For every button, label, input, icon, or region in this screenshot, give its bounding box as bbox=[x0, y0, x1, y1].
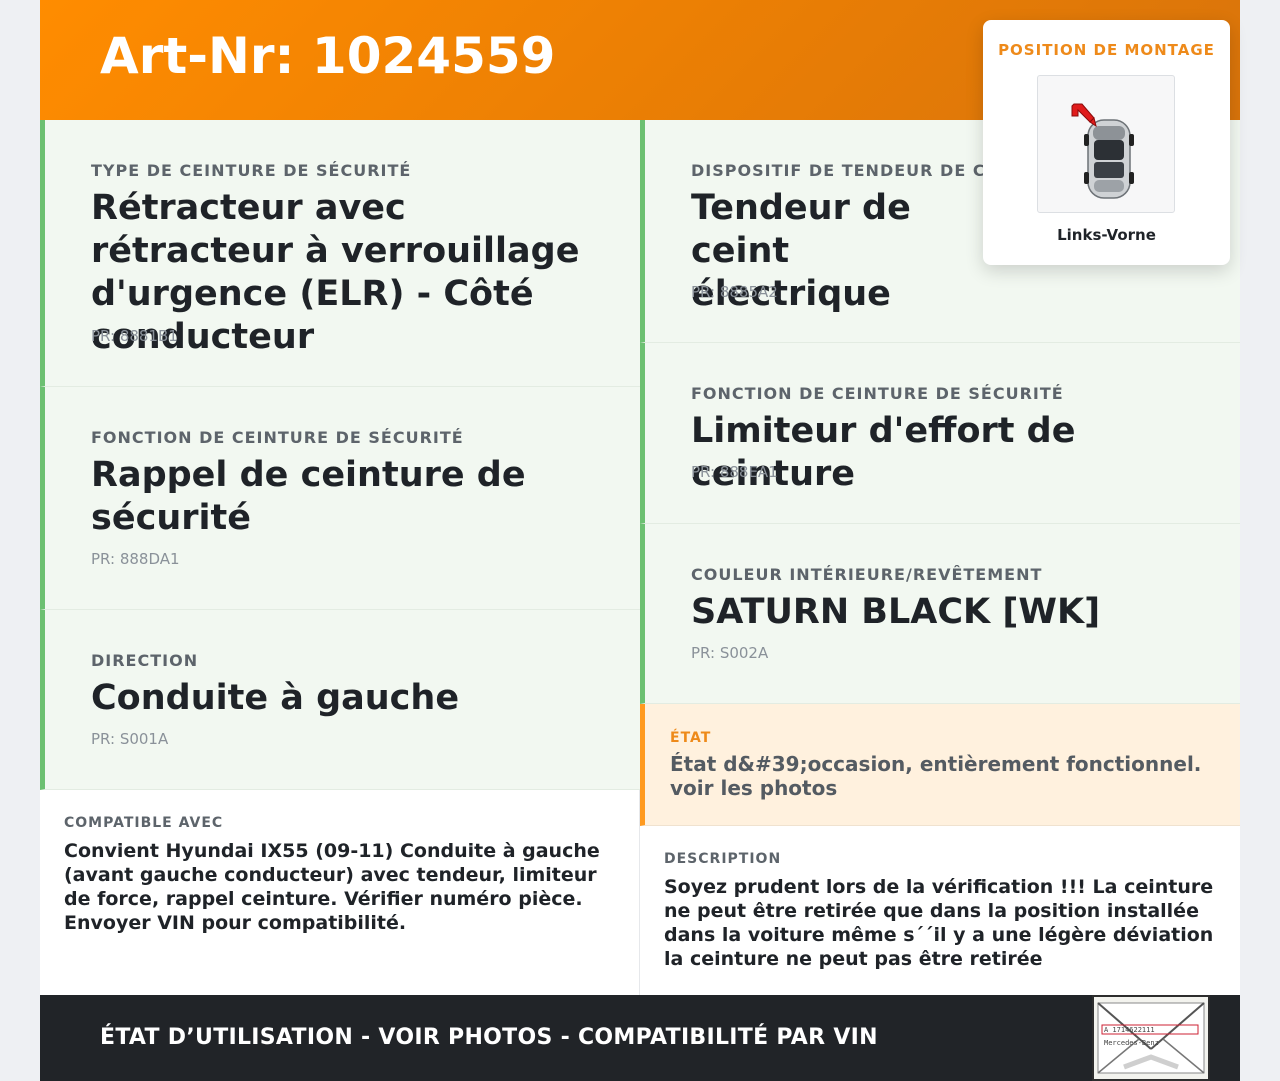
description-text: Soyez prudent lors de la vérification !!… bbox=[664, 876, 1214, 970]
svg-text:Mercedes-Benz: Mercedes-Benz bbox=[1104, 1039, 1159, 1047]
spec-label: DISPOSITIF DE TENDEUR DE CEINT bbox=[691, 161, 1031, 180]
label-photo-thumbnail[interactable]: A 1714622111 Mercedes-Benz bbox=[1092, 995, 1210, 1081]
spec-card-force-limiter: FONCTION DE CEINTURE DE SÉCURITÉ Limiteu… bbox=[640, 343, 1240, 524]
condition-label: ÉTAT bbox=[670, 730, 712, 746]
svg-text:A 1714622111: A 1714622111 bbox=[1104, 1026, 1155, 1034]
spec-card-belt-type: TYPE DE CEINTURE DE SÉCURITÉ Rétracteur … bbox=[40, 120, 640, 387]
footer-bar: ÉTAT D’UTILISATION - VOIR PHOTOS - COMPA… bbox=[40, 995, 1240, 1081]
mounting-position-label: POSITION DE MONTAGE bbox=[998, 41, 1215, 59]
spec-pr-code: PR: 888DA1 bbox=[91, 550, 180, 568]
compatibility-text: Convient Hyundai IX55 (09-11) Conduite à… bbox=[64, 840, 600, 934]
description-block: DESCRIPTION Soyez prudent lors de la vér… bbox=[640, 826, 1240, 995]
spec-value: Rappel de ceinture de sécurité bbox=[91, 455, 526, 538]
car-top-view-icon bbox=[1037, 75, 1175, 213]
spec-pr-code: PR: 8881B1 bbox=[91, 327, 178, 345]
spec-value: SATURN BLACK [WK] bbox=[691, 592, 1101, 632]
spec-pr-code: PR: 8885A2 bbox=[691, 283, 778, 301]
spec-label: FONCTION DE CEINTURE DE SÉCURITÉ bbox=[91, 428, 464, 447]
footer-text: ÉTAT D’UTILISATION - VOIR PHOTOS - COMPA… bbox=[100, 1025, 878, 1050]
spec-pr-code: PR: 888EA1 bbox=[691, 463, 778, 481]
compatibility-block: COMPATIBLE AVEC Convient Hyundai IX55 (0… bbox=[40, 790, 639, 995]
spec-label: FONCTION DE CEINTURE DE SÉCURITÉ bbox=[691, 384, 1064, 403]
position-arrow-icon bbox=[1071, 103, 1097, 128]
spec-card-belt-function: FONCTION DE CEINTURE DE SÉCURITÉ Rappel … bbox=[40, 387, 640, 610]
condition-box: ÉTAT État d&#39;occasion, entièrement fo… bbox=[640, 704, 1240, 826]
spec-label: TYPE DE CEINTURE DE SÉCURITÉ bbox=[91, 161, 412, 180]
spec-pr-code: PR: S001A bbox=[91, 730, 169, 748]
spec-card-direction: DIRECTION Conduite à gauche PR: S001A bbox=[40, 610, 640, 790]
compatibility-label: COMPATIBLE AVEC bbox=[64, 815, 224, 831]
mounting-position-card: POSITION DE MONTAGE Links-Vorne bbox=[983, 20, 1230, 265]
spec-value: Limiteur d'effort de ceinture bbox=[691, 411, 1076, 494]
spec-card-interior-color: COULEUR INTÉRIEURE/REVÊTEMENT SATURN BLA… bbox=[640, 524, 1240, 704]
description-label: DESCRIPTION bbox=[664, 851, 782, 867]
envelope-label-icon: A 1714622111 Mercedes-Benz bbox=[1094, 997, 1208, 1079]
spec-label: DIRECTION bbox=[91, 651, 199, 670]
spec-value: Conduite à gauche bbox=[91, 678, 460, 718]
spec-pr-code: PR: S002A bbox=[691, 644, 769, 662]
spec-label: COULEUR INTÉRIEURE/REVÊTEMENT bbox=[691, 565, 1043, 584]
condition-text: État d&#39;occasion, entièrement fonctio… bbox=[670, 752, 1202, 800]
article-number-title: Art-Nr: 1024559 bbox=[100, 27, 556, 85]
mounting-position-value: Links-Vorne bbox=[1057, 226, 1156, 244]
